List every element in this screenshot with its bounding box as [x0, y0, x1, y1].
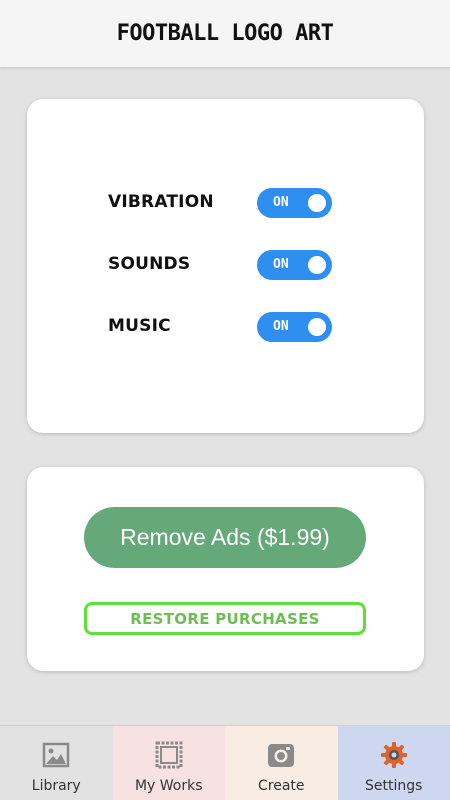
tab-label-library: Library	[31, 778, 81, 794]
tab-label-my-works: My Works	[134, 778, 203, 794]
music-label: MUSIC	[108, 316, 171, 336]
app-header: FOOTBALL LOGO ART	[0, 0, 450, 68]
image-icon	[41, 740, 71, 770]
app-title: FOOTBALL LOGO ART	[116, 21, 334, 46]
tab-label-settings: Settings	[365, 778, 423, 794]
toggle-knob	[308, 256, 326, 274]
vibration-toggle-state: ON	[273, 195, 289, 210]
tab-library[interactable]: Library	[0, 726, 113, 800]
sounds-toggle[interactable]: ON	[257, 250, 332, 280]
camera-icon	[266, 740, 296, 770]
toggle-knob	[308, 194, 326, 212]
bottom-tab-bar: Library My Works Create Settings	[0, 725, 450, 800]
tab-create[interactable]: Create	[225, 726, 338, 800]
vibration-label: VIBRATION	[108, 192, 214, 212]
setting-row-vibration: VIBRATION ON	[27, 188, 424, 220]
setting-row-music: MUSIC ON	[27, 312, 424, 344]
tab-my-works[interactable]: My Works	[112, 726, 225, 800]
vibration-toggle[interactable]: ON	[257, 188, 332, 218]
remove-ads-button[interactable]: Remove Ads ($1.99)	[84, 507, 366, 568]
toggle-knob	[308, 318, 326, 336]
tab-label-create: Create	[257, 778, 305, 794]
tab-settings[interactable]: Settings	[337, 726, 450, 800]
sounds-label: SOUNDS	[108, 254, 191, 274]
music-toggle[interactable]: ON	[257, 312, 332, 342]
purchase-card: Remove Ads ($1.99) RESTORE PURCHASES	[27, 467, 424, 671]
settings-card: VIBRATION ON SOUNDS ON MUSIC ON	[27, 99, 424, 433]
sounds-toggle-state: ON	[273, 257, 289, 272]
restore-purchases-button[interactable]: RESTORE PURCHASES	[84, 602, 366, 635]
music-toggle-state: ON	[273, 319, 289, 334]
setting-row-sounds: SOUNDS ON	[27, 250, 424, 282]
gear-icon	[379, 740, 409, 770]
frame-icon	[154, 740, 184, 770]
